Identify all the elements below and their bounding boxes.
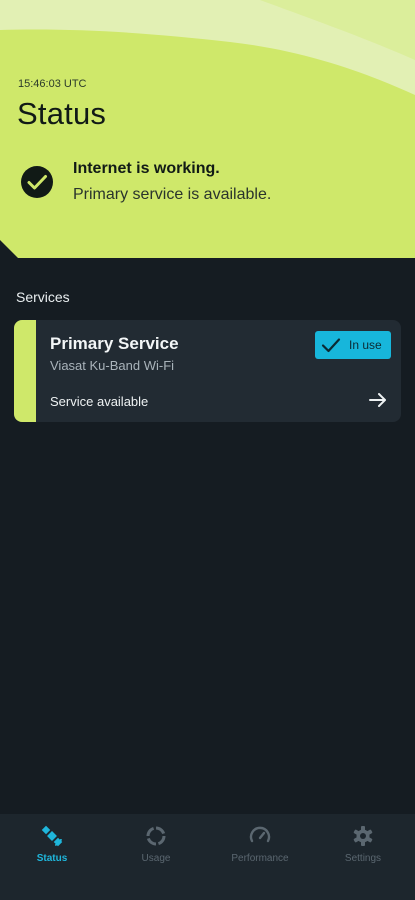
page-title: Status [17, 96, 107, 131]
usage-ring-icon [146, 826, 166, 846]
check-circle-icon [21, 166, 53, 198]
nav-item-status[interactable]: Status [7, 824, 97, 880]
gear-icon [353, 826, 373, 846]
nav-item-usage[interactable]: Usage [111, 824, 201, 880]
arrow-right-icon[interactable] [368, 390, 388, 410]
nav-label-status: Status [36, 853, 68, 864]
service-name: Primary Service [50, 334, 179, 353]
status-header: 15:46:03 UTC Status Internet is working.… [0, 0, 415, 258]
timestamp: 15:46:03 UTC [18, 78, 87, 90]
nav-label-settings: Settings [344, 853, 382, 864]
nav-item-performance[interactable]: Performance [215, 824, 305, 880]
check-icon [321, 338, 341, 353]
service-status-strip [14, 320, 36, 422]
status-detail: Primary service is available. [73, 186, 272, 203]
in-use-badge: In use [315, 331, 391, 359]
nav-item-settings[interactable]: Settings [318, 824, 408, 880]
status-headline: Internet is working. [73, 160, 220, 177]
service-card-primary[interactable]: Primary Service Viasat Ku-Band Wi-Fi Ser… [14, 320, 401, 422]
services-section-label: Services [16, 289, 70, 305]
satellite-icon [41, 825, 63, 847]
service-provider: Viasat Ku-Band Wi-Fi [50, 358, 175, 373]
bottom-navigation: Status Usage Performance Settings [0, 814, 415, 900]
speedometer-icon [249, 826, 271, 843]
nav-label-performance: Performance [231, 853, 289, 864]
service-availability: Service available [50, 394, 149, 409]
nav-label-usage: Usage [141, 853, 171, 864]
in-use-badge-label: In use [349, 338, 382, 352]
